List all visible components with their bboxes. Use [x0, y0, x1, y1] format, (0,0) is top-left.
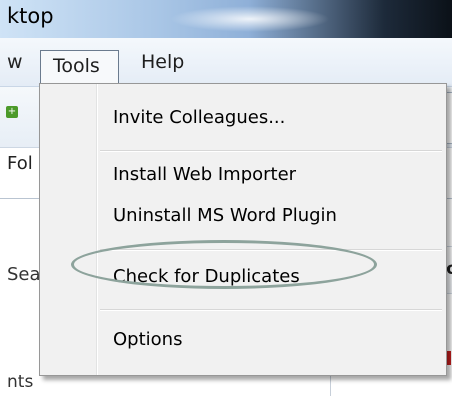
menu-tools[interactable]: Tools: [40, 50, 119, 84]
gutter-highlight-line: [97, 84, 98, 375]
sidebar-item-search[interactable]: Sea: [7, 264, 41, 285]
menu-view[interactable]: w: [7, 48, 23, 76]
highlight-annotation-ellipse: [71, 240, 377, 289]
window-title: ktop: [7, 4, 54, 28]
menu-icon-gutter: [40, 84, 97, 375]
menu-help[interactable]: Help: [141, 48, 184, 76]
window-titlebar: ktop: [0, 0, 452, 38]
folders-tab[interactable]: Fol: [7, 153, 33, 174]
menu-separator: [100, 309, 442, 310]
menu-bar: w Tools Help: [0, 38, 452, 87]
menu-separator: [100, 150, 442, 151]
menu-item-uninstall-word-plugin[interactable]: Uninstall MS Word Plugin: [113, 205, 337, 226]
tools-dropdown-menu: Invite Colleagues... Install Web Importe…: [39, 83, 447, 376]
menu-item-invite-colleagues[interactable]: Invite Colleagues...: [113, 107, 285, 128]
menu-item-install-web-importer[interactable]: Install Web Importer: [113, 164, 296, 185]
sidebar-item-documents[interactable]: nts: [7, 372, 33, 392]
titlebar-glow: [170, 6, 330, 32]
menu-item-options[interactable]: Options: [113, 329, 182, 350]
add-icon[interactable]: +: [6, 106, 18, 118]
